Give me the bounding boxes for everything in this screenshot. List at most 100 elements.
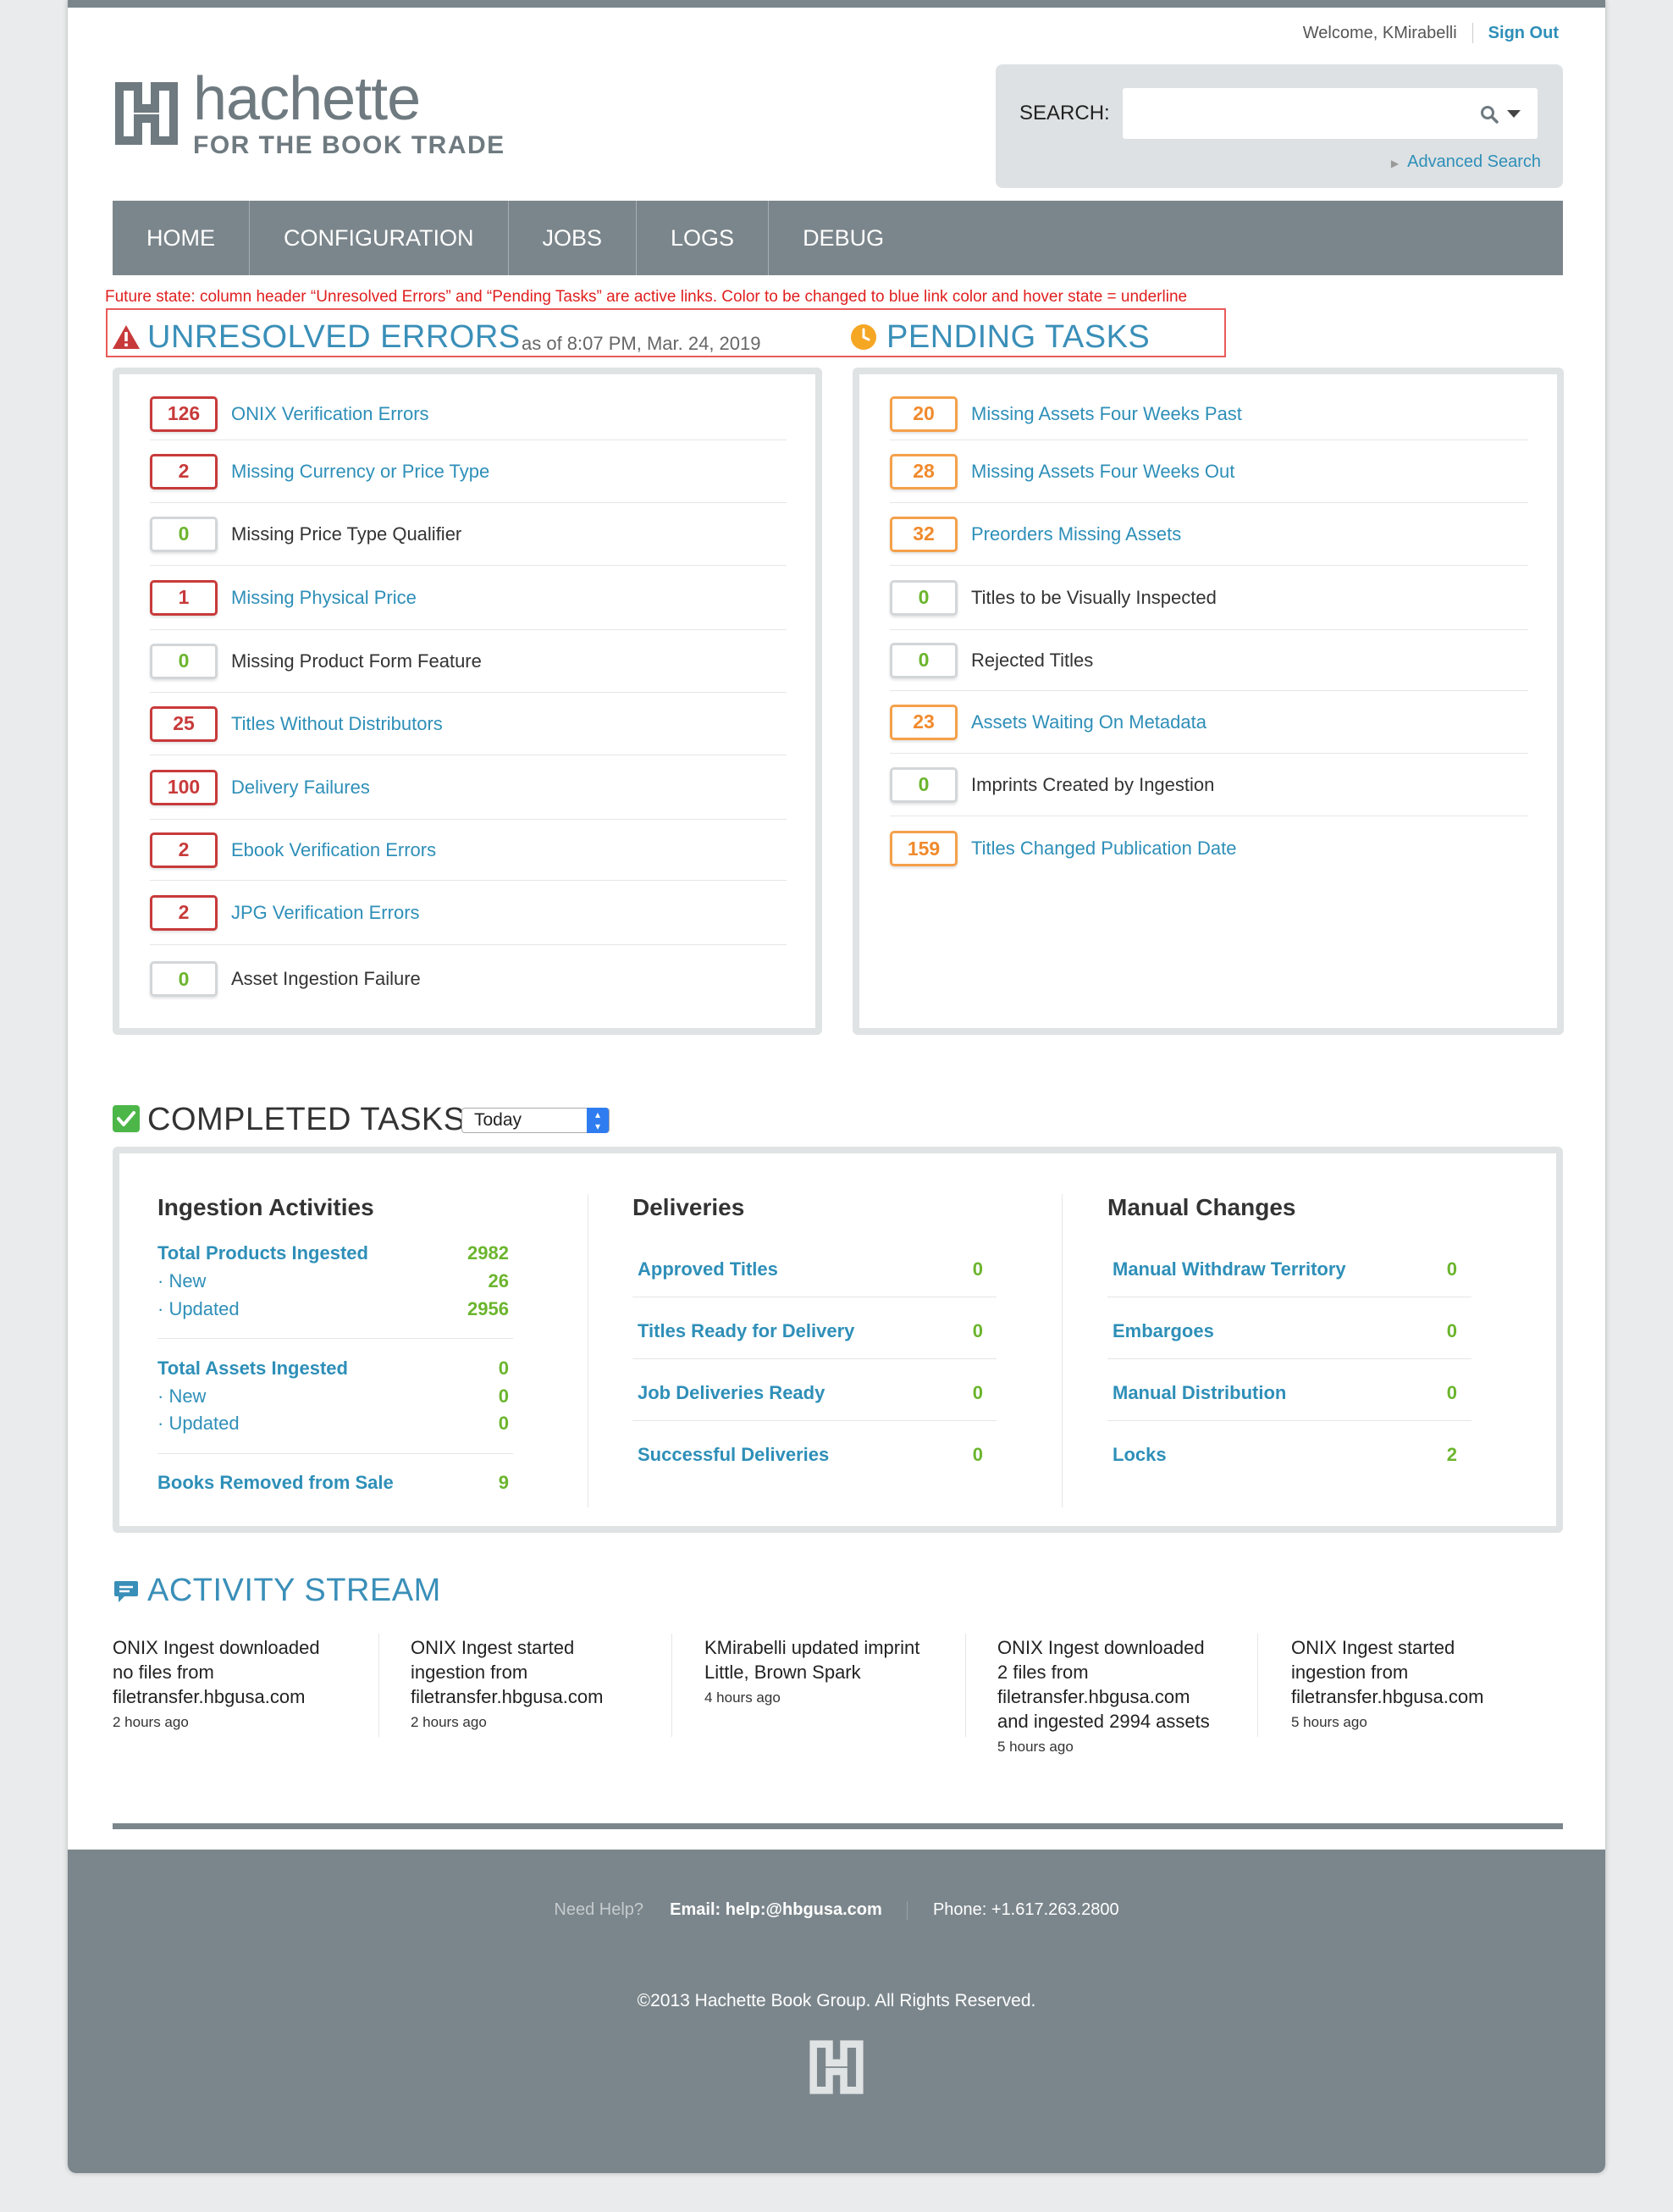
item-label[interactable]: Missing Assets Four Weeks Out xyxy=(971,461,1234,483)
list-item[interactable]: 1 Missing Physical Price xyxy=(150,566,787,630)
item-label[interactable]: Delivery Failures xyxy=(231,777,370,799)
footer-divider xyxy=(113,1823,1563,1829)
speech-bubble-icon xyxy=(114,1581,138,1602)
successful-deliveries-link[interactable]: Successful Deliveries xyxy=(638,1444,829,1466)
item-label: Titles to be Visually Inspected xyxy=(971,586,1217,608)
divider xyxy=(907,1900,908,1920)
list-item[interactable]: 126 ONIX Verification Errors xyxy=(150,388,787,440)
arrow-right-icon: ▶ xyxy=(1390,158,1400,169)
job-deliveries-link[interactable]: Job Deliveries Ready xyxy=(638,1382,825,1404)
unresolved-errors-heading[interactable]: UNRESOLVED ERRORS xyxy=(147,319,521,356)
activity-time: 5 hours ago xyxy=(1291,1714,1367,1730)
item-label: Asset Ingestion Failure xyxy=(231,968,421,989)
period-select-value: Today xyxy=(474,1110,522,1130)
list-item[interactable]: 23 Assets Waiting On Metadata xyxy=(890,691,1528,754)
divider xyxy=(157,1338,513,1339)
nav-debug[interactable]: DEBUG xyxy=(769,201,918,275)
column-divider xyxy=(1062,1194,1063,1507)
divider xyxy=(632,1420,997,1421)
item-label: Missing Product Form Feature xyxy=(231,650,482,672)
job-deliveries-value: 0 xyxy=(972,1382,983,1403)
search-options-chevron-icon[interactable] xyxy=(1507,108,1521,119)
approved-titles-link[interactable]: Approved Titles xyxy=(638,1258,778,1280)
list-item[interactable]: 100 Delivery Failures xyxy=(150,755,787,820)
list-item: 0 Imprints Created by Ingestion xyxy=(890,754,1528,816)
books-removed-link[interactable]: Books Removed from Sale xyxy=(157,1472,394,1494)
item-label[interactable]: ONIX Verification Errors xyxy=(231,403,429,425)
count-badge: 0 xyxy=(150,643,218,679)
search-input[interactable] xyxy=(1123,88,1538,139)
list-item[interactable]: 25 Titles Without Distributors xyxy=(150,693,787,755)
count-badge: 0 xyxy=(890,579,958,616)
list-item[interactable]: 28 Missing Assets Four Weeks Out xyxy=(890,440,1528,503)
item-label[interactable]: Missing Assets Four Weeks Past xyxy=(971,403,1242,425)
count-badge: 126 xyxy=(150,395,218,432)
count-badge: 0 xyxy=(150,961,218,997)
count-badge: 20 xyxy=(890,395,958,432)
embargoes-link[interactable]: Embargoes xyxy=(1113,1320,1214,1342)
search-box: SEARCH: ▶ Advanced Search xyxy=(996,64,1563,188)
nav-jobs[interactable]: JOBS xyxy=(509,201,638,275)
products-updated-link[interactable]: · Updated xyxy=(157,1298,240,1320)
total-assets-ingested-link[interactable]: Total Assets Ingested xyxy=(157,1358,348,1380)
nav-configuration[interactable]: CONFIGURATION xyxy=(250,201,509,275)
manual-withdraw-value: 0 xyxy=(1446,1258,1457,1280)
activity-item: KMirabelli updated imprint Little, Brown… xyxy=(704,1635,925,1706)
manual-withdraw-link[interactable]: Manual Withdraw Territory xyxy=(1113,1258,1346,1280)
deliveries-heading: Deliveries xyxy=(632,1194,745,1220)
advanced-search-label: Advanced Search xyxy=(1407,152,1541,171)
email-link[interactable]: help:@hbgusa.com xyxy=(726,1900,882,1919)
activity-item: ONIX Ingest started ingestion from filet… xyxy=(1291,1635,1511,1731)
count-badge: 2 xyxy=(150,894,218,931)
item-label[interactable]: Titles Without Distributors xyxy=(231,713,443,735)
titles-ready-link[interactable]: Titles Ready for Delivery xyxy=(638,1320,854,1342)
list-item[interactable]: 2 Ebook Verification Errors xyxy=(150,820,787,881)
pending-tasks-panel: 20 Missing Assets Four Weeks Past 28 Missi… xyxy=(853,368,1564,1035)
main-nav: HOME CONFIGURATION JOBS LOGS DEBUG xyxy=(113,201,1563,275)
divider xyxy=(1257,1634,1258,1737)
advanced-search-link[interactable]: ▶ Advanced Search xyxy=(1391,152,1541,172)
item-label[interactable]: Missing Currency or Price Type xyxy=(231,461,489,483)
help-line: Need Help? Email: help:@hbgusa.com Phone… xyxy=(68,1900,1605,1920)
item-label[interactable]: Missing Physical Price xyxy=(231,587,417,609)
item-label[interactable]: Ebook Verification Errors xyxy=(231,839,436,861)
list-item: 0 Rejected Titles xyxy=(890,630,1528,691)
activity-text: ONIX Ingest started ingestion from filet… xyxy=(411,1637,604,1707)
item-label[interactable]: JPG Verification Errors xyxy=(231,902,420,924)
list-item[interactable]: 2 JPG Verification Errors xyxy=(150,881,787,945)
unresolved-errors-panel: 126 ONIX Verification Errors 2 Missing Cur… xyxy=(113,368,822,1035)
search-icon[interactable] xyxy=(1480,105,1499,124)
assets-updated-link[interactable]: · Updated xyxy=(157,1413,240,1435)
period-select[interactable]: Today ▴ ▾ xyxy=(461,1108,610,1133)
nav-logs[interactable]: LOGS xyxy=(637,201,770,275)
list-item[interactable]: 32 Preorders Missing Assets xyxy=(890,503,1528,566)
nav-home[interactable]: HOME xyxy=(113,201,250,275)
hachette-mark-icon xyxy=(809,2040,864,2094)
activity-text: ONIX Ingest downloaded 2 files from file… xyxy=(997,1637,1210,1732)
list-item[interactable]: 159 Titles Changed Publication Date xyxy=(890,816,1528,881)
completed-tasks-heading: COMPLETED TASKS xyxy=(147,1102,466,1137)
list-item: 0 Titles to be Visually Inspected xyxy=(890,566,1528,630)
item-label: Imprints Created by Ingestion xyxy=(971,773,1215,795)
locks-value: 2 xyxy=(1446,1444,1457,1465)
item-label[interactable]: Preorders Missing Assets xyxy=(971,523,1181,545)
list-item: 0 Asset Ingestion Failure xyxy=(150,945,787,1013)
divider xyxy=(1107,1420,1471,1421)
phone-text: Phone: +1.617.263.2800 xyxy=(932,1900,1119,1919)
hachette-logo[interactable]: hachette FOR THE BOOK TRADE xyxy=(112,69,505,160)
manual-changes-heading: Manual Changes xyxy=(1107,1194,1296,1220)
products-new-link[interactable]: · New xyxy=(157,1270,206,1292)
activity-time: 5 hours ago xyxy=(997,1739,1074,1755)
assets-new-link[interactable]: · New xyxy=(157,1385,206,1407)
activity-text: KMirabelli updated imprint Little, Brown… xyxy=(704,1637,920,1683)
item-label[interactable]: Assets Waiting On Metadata xyxy=(971,711,1206,733)
activity-time: 4 hours ago xyxy=(704,1689,781,1706)
list-item[interactable]: 2 Missing Currency or Price Type xyxy=(150,440,787,503)
sign-out-link[interactable]: Sign Out xyxy=(1488,24,1559,43)
pending-tasks-heading[interactable]: PENDING TASKS xyxy=(886,319,1150,356)
locks-link[interactable]: Locks xyxy=(1113,1444,1167,1466)
total-products-ingested-link[interactable]: Total Products Ingested xyxy=(157,1242,368,1264)
list-item[interactable]: 20 Missing Assets Four Weeks Past xyxy=(890,388,1528,440)
manual-distribution-link[interactable]: Manual Distribution xyxy=(1113,1382,1286,1404)
item-label[interactable]: Titles Changed Publication Date xyxy=(971,838,1236,860)
